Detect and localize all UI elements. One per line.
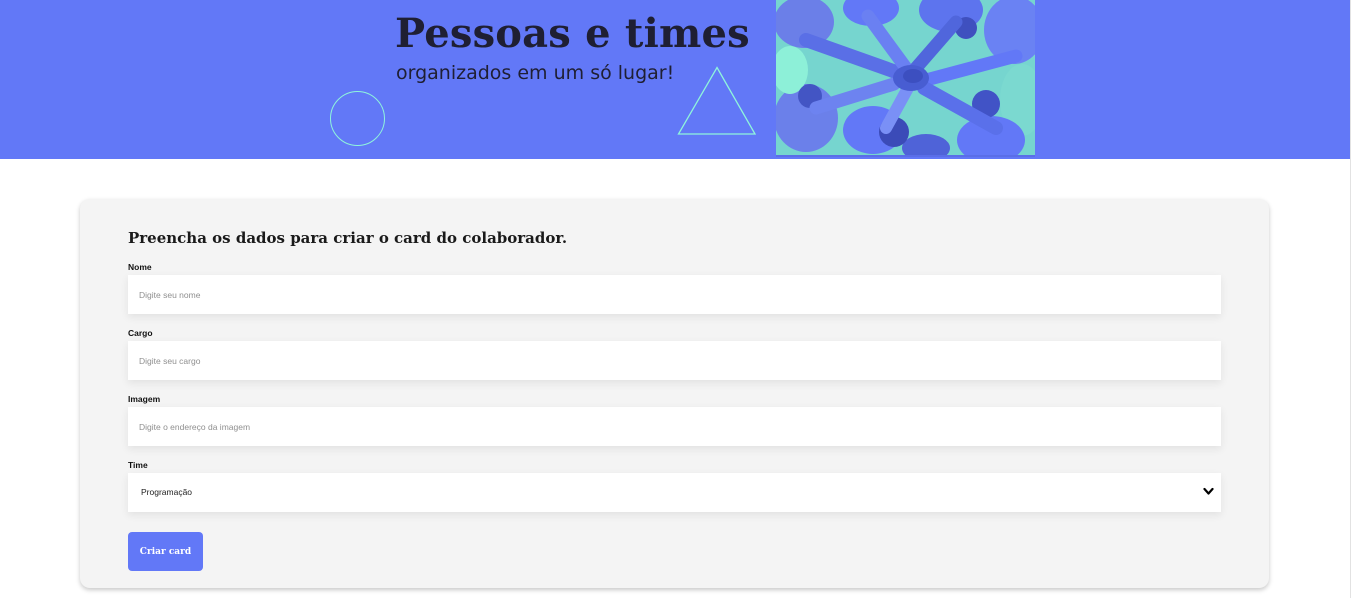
image-url-input[interactable] bbox=[128, 407, 1221, 446]
team-hands-photo bbox=[776, 0, 1035, 157]
create-card-button[interactable]: Criar card bbox=[128, 532, 203, 571]
form-card: Preencha os dados para criar o card do c… bbox=[80, 199, 1269, 588]
chevron-down-icon bbox=[1203, 487, 1214, 495]
role-label: Cargo bbox=[128, 328, 153, 338]
banner-title: Pessoas e times bbox=[395, 10, 750, 57]
name-label: Nome bbox=[128, 262, 152, 272]
role-input[interactable] bbox=[128, 341, 1221, 380]
image-label: Imagem bbox=[128, 394, 161, 404]
team-select-value: Programação bbox=[141, 487, 193, 497]
name-input[interactable] bbox=[128, 275, 1221, 314]
form-heading: Preencha os dados para criar o card do c… bbox=[128, 229, 568, 247]
triangle-decoration bbox=[677, 66, 757, 135]
team-label: Time bbox=[128, 460, 148, 470]
banner: Pessoas e times organizados em um só lug… bbox=[0, 0, 1350, 159]
team-select[interactable]: Programação bbox=[128, 473, 1221, 512]
banner-subtitle: organizados em um só lugar! bbox=[396, 62, 675, 84]
circle-decoration bbox=[330, 91, 385, 146]
